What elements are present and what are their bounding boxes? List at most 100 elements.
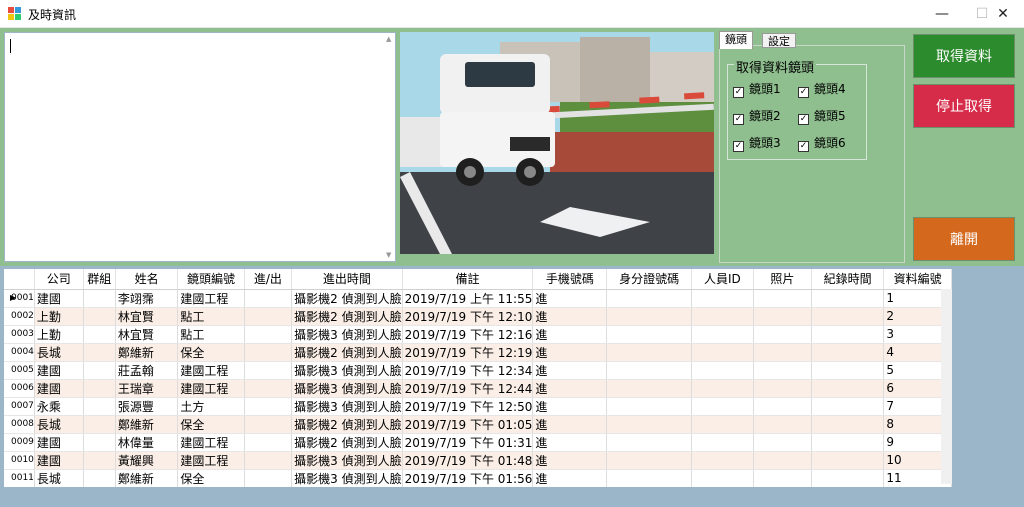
table-cell-id[interactable]	[606, 361, 692, 380]
col-record-time[interactable]: 紀錄時間	[811, 269, 885, 290]
table-cell-rec[interactable]	[811, 307, 885, 326]
table-row[interactable]: 0006 建國 王瑞章 建國工程 攝影機3 偵測到人臉 2019/7/19 下午 12:4…	[4, 379, 952, 398]
row-header[interactable]: 0006	[4, 379, 35, 398]
col-camera-no[interactable]: 鏡頭編號	[177, 269, 245, 290]
table-row[interactable]: 0011 長城 鄭維新 保全 攝影機3 偵測到人臉 2019/7/19 下午 01:56 進…	[4, 469, 952, 487]
checkbox-camera-1[interactable]: ✓ 鏡頭1	[733, 81, 781, 98]
table-cell-phone[interactable]: 進	[532, 325, 608, 344]
table-cell-photo[interactable]	[753, 361, 812, 380]
log-textbox[interactable]: ▲ ▼	[4, 32, 396, 262]
col-company[interactable]: 公司	[34, 269, 84, 290]
row-header[interactable]: 0007	[4, 397, 35, 416]
table-cell-id[interactable]	[606, 289, 692, 308]
table-row[interactable]: 0004 長城 鄭維新 保全 攝影機2 偵測到人臉 2019/7/19 下午 12:19 進…	[4, 343, 952, 362]
table-cell-group[interactable]	[83, 433, 116, 452]
table-cell-phone[interactable]: 進	[532, 433, 608, 452]
table-cell-note[interactable]: 2019/7/19 上午 11:55	[402, 289, 534, 308]
row-header[interactable]: 0003	[4, 325, 35, 344]
table-cell-phone[interactable]: 進	[532, 469, 608, 487]
checkbox-camera-3[interactable]: ✓ 鏡頭3	[733, 135, 781, 152]
table-cell-rec[interactable]	[811, 415, 885, 434]
table-cell-phone[interactable]: 進	[532, 361, 608, 380]
table-cell-rec[interactable]	[811, 379, 885, 398]
tab-settings[interactable]: 設定	[762, 33, 796, 48]
table-cell-time[interactable]: 攝影機3 偵測到人臉	[291, 325, 403, 344]
col-in-out-time[interactable]: 進出時間	[291, 269, 403, 290]
table-cell-phone[interactable]: 進	[532, 289, 608, 308]
table-cell-name[interactable]: 鄭維新	[115, 415, 179, 434]
table-cell-cam[interactable]: 土方	[177, 397, 245, 416]
table-cell-inout[interactable]	[244, 469, 293, 487]
table-cell-group[interactable]	[83, 289, 116, 308]
table-cell-company[interactable]: 建國	[34, 289, 84, 308]
table-cell-name[interactable]: 莊孟翰	[115, 361, 179, 380]
table-cell-photo[interactable]	[753, 307, 812, 326]
table-cell-note[interactable]: 2019/7/19 下午 12:50	[402, 397, 534, 416]
table-cell-id[interactable]	[606, 307, 692, 326]
table-cell-name[interactable]: 林宜賢	[115, 325, 179, 344]
table-cell-group[interactable]	[83, 397, 116, 416]
table-cell-id[interactable]	[606, 379, 692, 398]
table-cell-inout[interactable]	[244, 433, 293, 452]
table-cell-photo[interactable]	[753, 451, 812, 470]
table-row[interactable]: 0005 建國 莊孟翰 建國工程 攝影機3 偵測到人臉 2019/7/19 下午 12:3…	[4, 361, 952, 380]
table-cell-time[interactable]: 攝影機3 偵測到人臉	[291, 397, 403, 416]
table-cell-photo[interactable]	[753, 343, 812, 362]
table-cell-rec[interactable]	[811, 433, 885, 452]
table-cell-phone[interactable]: 進	[532, 451, 608, 470]
stop-button[interactable]: 停止取得	[913, 84, 1015, 128]
table-cell-name[interactable]: 鄭維新	[115, 469, 179, 487]
table-cell-name[interactable]: 林偉量	[115, 433, 179, 452]
table-cell-company[interactable]: 長城	[34, 343, 84, 362]
table-cell-note[interactable]: 2019/7/19 下午 12:34	[402, 361, 534, 380]
table-cell-name[interactable]: 王瑞章	[115, 379, 179, 398]
table-cell-note[interactable]: 2019/7/19 下午 01:31	[402, 433, 534, 452]
table-cell-time[interactable]: 攝影機2 偵測到人臉	[291, 307, 403, 326]
table-row[interactable]: 0003 上勤 林宜賢 點工 攝影機3 偵測到人臉 2019/7/19 下午 12:16 進…	[4, 325, 952, 344]
table-cell-pid[interactable]	[691, 289, 754, 308]
table-cell-group[interactable]	[83, 415, 116, 434]
table-cell-photo[interactable]	[753, 415, 812, 434]
table-cell-id[interactable]	[606, 433, 692, 452]
row-header[interactable]: 0005	[4, 361, 35, 380]
table-cell-time[interactable]: 攝影機2 偵測到人臉	[291, 343, 403, 362]
table-cell-group[interactable]	[83, 325, 116, 344]
table-row[interactable]: 0009 建國 林偉量 建國工程 攝影機2 偵測到人臉 2019/7/19 下午 01:3…	[4, 433, 952, 452]
table-cell-company[interactable]: 上勤	[34, 325, 84, 344]
table-cell-id[interactable]	[606, 469, 692, 487]
table-cell-name[interactable]: 黃耀興	[115, 451, 179, 470]
table-cell-note[interactable]: 2019/7/19 下午 01:05	[402, 415, 534, 434]
table-cell-time[interactable]: 攝影機3 偵測到人臉	[291, 379, 403, 398]
table-cell-rec[interactable]	[811, 451, 885, 470]
table-cell-phone[interactable]: 進	[532, 343, 608, 362]
table-cell-id[interactable]	[606, 343, 692, 362]
table-cell-cam[interactable]: 保全	[177, 343, 245, 362]
leave-button[interactable]: 離開	[913, 217, 1015, 261]
checkbox-camera-4[interactable]: ✓ 鏡頭4	[798, 81, 846, 98]
table-cell-group[interactable]	[83, 361, 116, 380]
row-header[interactable]: 0002	[4, 307, 35, 326]
table-cell-rec[interactable]	[811, 289, 885, 308]
row-header[interactable]: 0004	[4, 343, 35, 362]
col-person-id[interactable]: 人員ID	[691, 269, 754, 290]
row-header[interactable]: 0011	[4, 469, 35, 487]
table-cell-cam[interactable]: 建國工程	[177, 361, 245, 380]
table-cell-note[interactable]: 2019/7/19 下午 12:19	[402, 343, 534, 362]
table-cell-photo[interactable]	[753, 433, 812, 452]
table-cell-cam[interactable]: 建國工程	[177, 289, 245, 308]
table-cell-inout[interactable]	[244, 379, 293, 398]
textbox-scrollbar[interactable]: ▲ ▼	[384, 33, 395, 261]
table-cell-group[interactable]	[83, 307, 116, 326]
table-row[interactable]: 0007 永乘 張源豐 土方 攝影機3 偵測到人臉 2019/7/19 下午 12:50 進…	[4, 397, 952, 416]
records-grid[interactable]: 公司 群組 姓名 鏡頭編號 進/出 進出時間 備註 手機號碼 身分證號碼 人員I…	[4, 269, 952, 487]
table-row[interactable]: 0008 長城 鄭維新 保全 攝影機2 偵測到人臉 2019/7/19 下午 01:05 進…	[4, 415, 952, 434]
close-button[interactable]: ✕	[982, 0, 1024, 28]
table-cell-group[interactable]	[83, 343, 116, 362]
table-cell-rec[interactable]	[811, 397, 885, 416]
table-cell-pid[interactable]	[691, 361, 754, 380]
table-row[interactable]: 0010 建國 黃耀興 建國工程 攝影機3 偵測到人臉 2019/7/19 下午 01:4…	[4, 451, 952, 470]
table-cell-group[interactable]	[83, 451, 116, 470]
table-cell-company[interactable]: 長城	[34, 415, 84, 434]
col-note[interactable]: 備註	[402, 269, 534, 290]
table-cell-cam[interactable]: 建國工程	[177, 451, 245, 470]
